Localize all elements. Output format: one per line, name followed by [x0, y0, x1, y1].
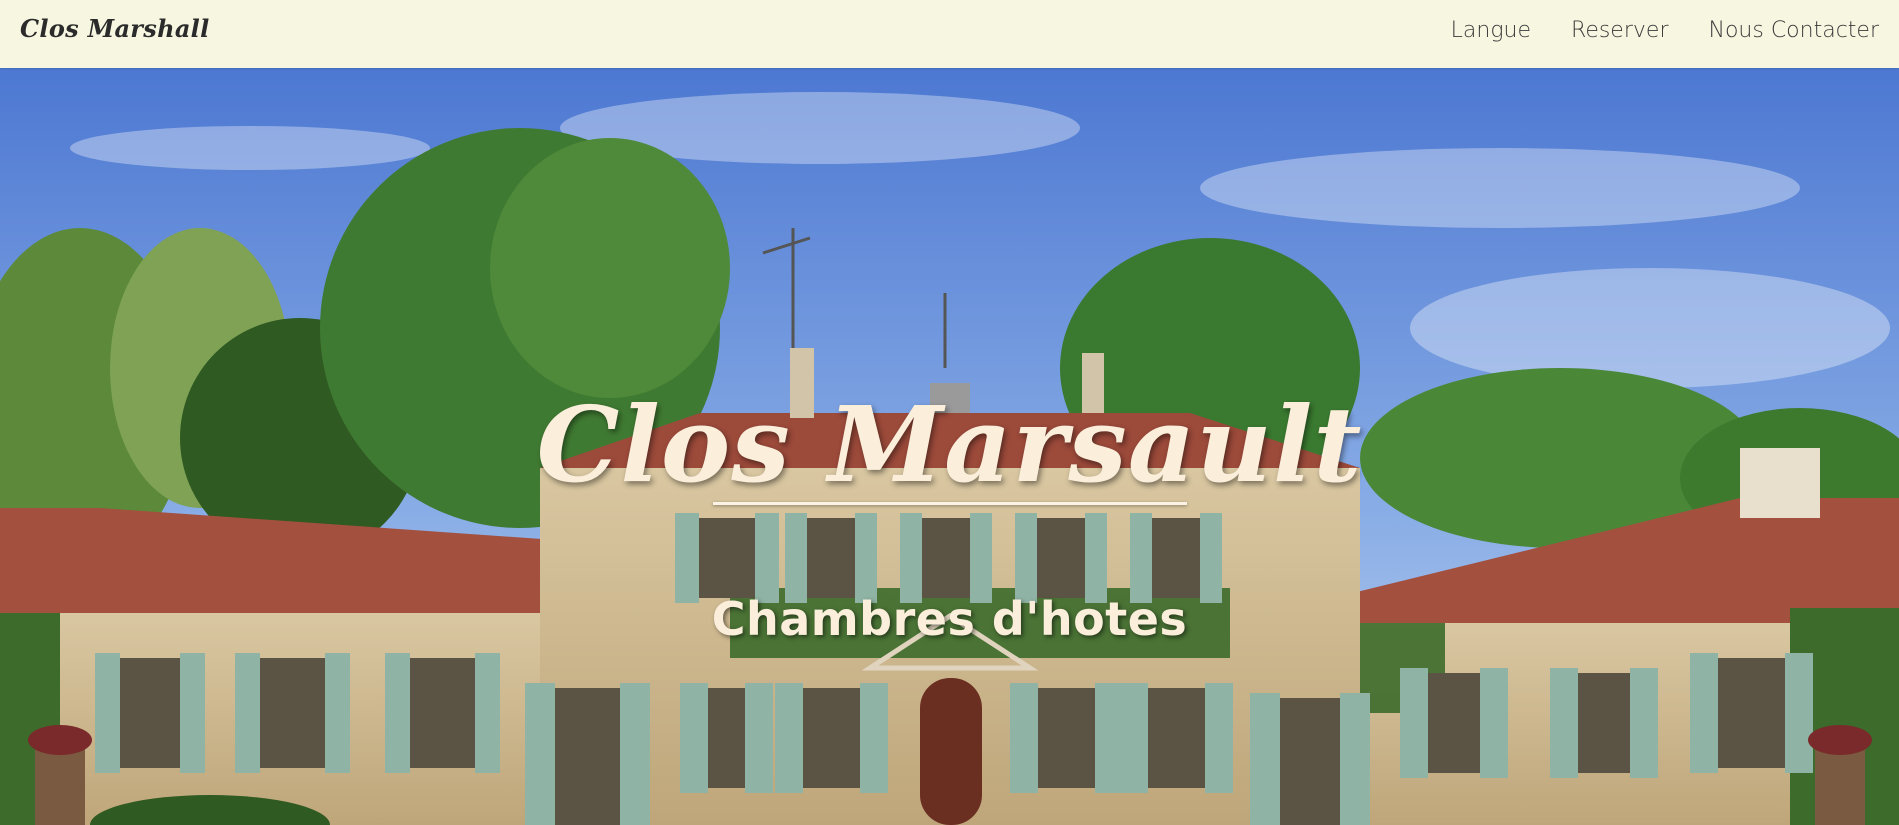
- main-nav: Langue Reserver Nous Contacter: [1451, 18, 1879, 43]
- nav-link-reserver[interactable]: Reserver: [1571, 18, 1668, 43]
- hero-subtitle: Chambres d'hotes: [711, 592, 1188, 647]
- brand-logo-link[interactable]: Clos Marshall: [20, 14, 210, 43]
- hero-section: Clos Marsault Chambres d'hotes: [0, 68, 1899, 825]
- hero-title: Clos Marsault: [536, 382, 1363, 506]
- nav-link-nous-contacter[interactable]: Nous Contacter: [1709, 18, 1880, 43]
- top-navbar: Clos Marshall Langue Reserver Nous Conta…: [0, 0, 1899, 68]
- hero-divider: [713, 502, 1187, 505]
- nav-link-langue[interactable]: Langue: [1451, 18, 1531, 43]
